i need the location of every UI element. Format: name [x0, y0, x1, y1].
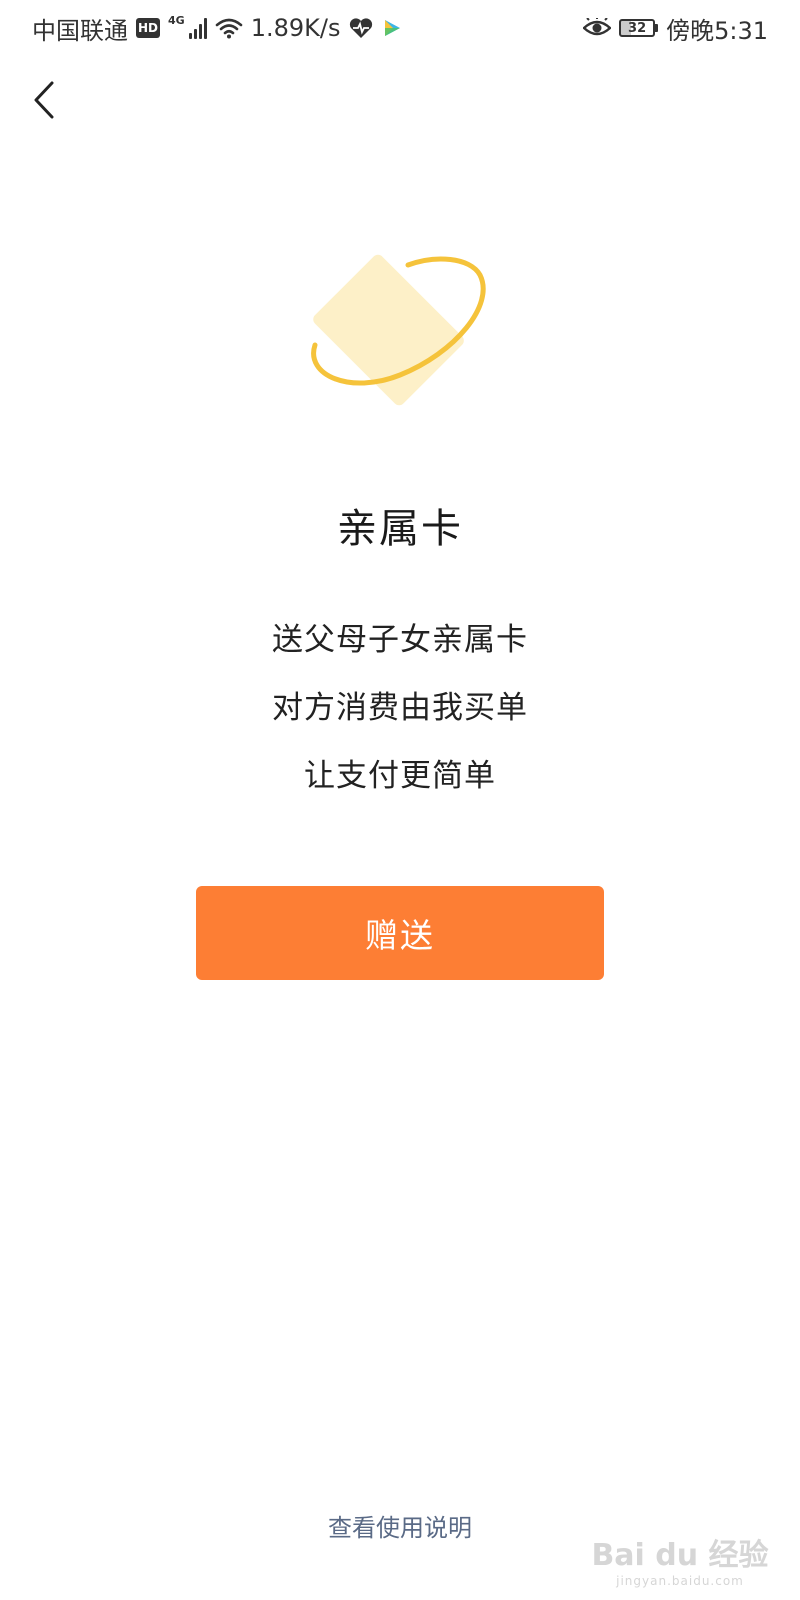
clock: 傍晚5:31 — [666, 16, 768, 45]
watermark-sub: jingyan.baidu.com — [616, 1574, 744, 1588]
description-line: 对方消费由我买单 — [272, 690, 528, 726]
status-left: 中国联通 HD 4G 1.89K/s — [32, 11, 402, 46]
watermark-main: Bai du 经验 — [591, 1538, 769, 1573]
hd-icon: HD — [136, 18, 160, 38]
signal-icon — [188, 17, 207, 39]
battery-icon: 32 — [619, 19, 659, 37]
description-line: 送父母子女亲属卡 — [272, 622, 528, 658]
chevron-left-icon — [34, 81, 54, 119]
baidu-watermark-logo: Bai du 经验 jingyan.baidu.com — [590, 1530, 770, 1588]
network-speed: 1.89K/s — [250, 14, 341, 42]
carrier-name: 中国联通 — [32, 16, 128, 45]
gift-button[interactable]: 赠送 — [196, 886, 604, 980]
status-bar: 中国联通 HD 4G 1.89K/s 32 傍晚5:31 — [0, 0, 800, 56]
description-line: 让支付更简单 — [304, 758, 496, 794]
back-button[interactable] — [22, 78, 66, 122]
battery-level: 32 — [619, 19, 656, 37]
heart-pulse-icon — [350, 18, 373, 38]
network-type: 4G — [168, 13, 185, 27]
eye-comfort-icon — [583, 18, 612, 36]
video-app-icon — [385, 20, 401, 36]
page-title: 亲属卡 — [337, 506, 463, 552]
status-right: 32 傍晚5:31 — [583, 11, 768, 46]
family-card-illustration — [311, 254, 486, 406]
wifi-icon — [215, 18, 242, 39]
